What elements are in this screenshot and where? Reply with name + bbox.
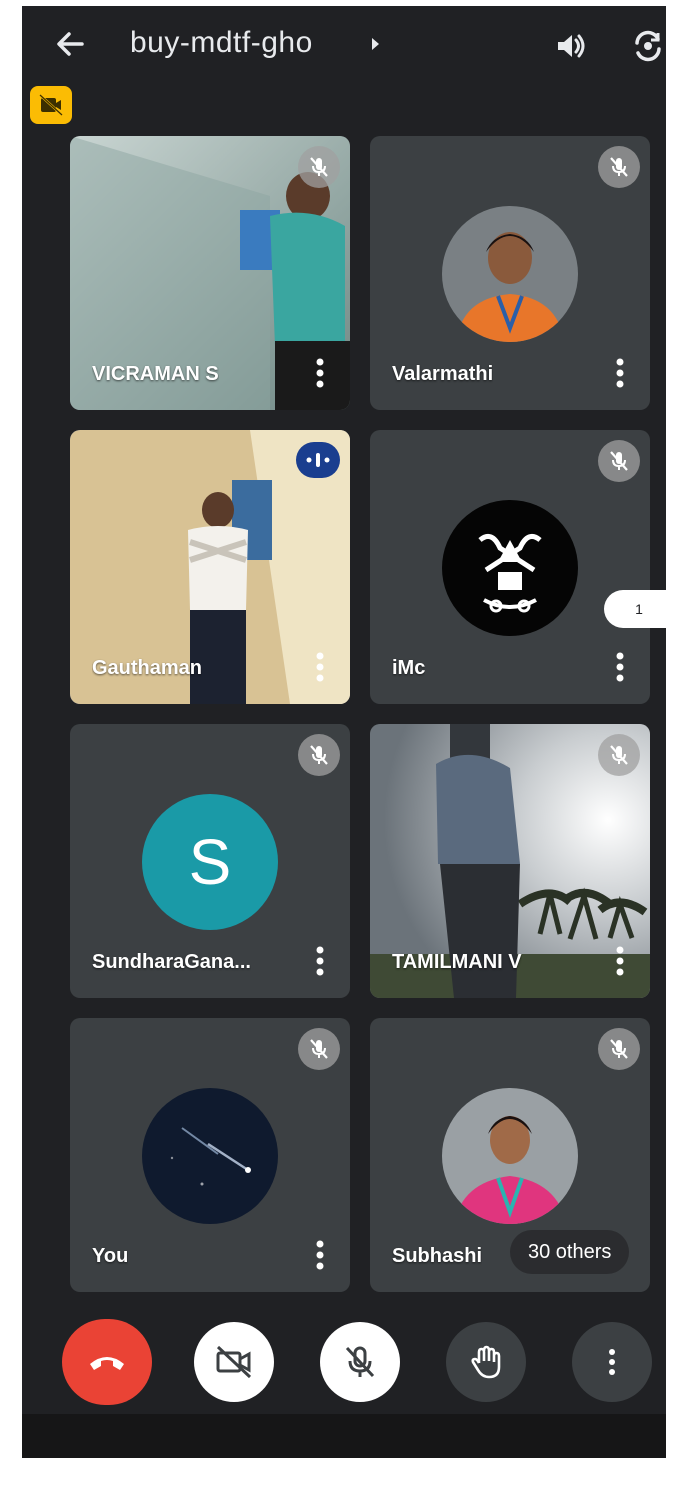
mic-off-icon (610, 745, 628, 765)
more-options-button[interactable] (572, 1322, 652, 1402)
avatar (442, 500, 578, 636)
audio-level-icon (306, 453, 330, 467)
mic-off-indicator (598, 1028, 640, 1070)
mic-off-indicator (598, 440, 640, 482)
more-vert-icon[interactable] (312, 944, 328, 978)
camera-off-badge-icon (39, 94, 63, 116)
participant-name: Gauthaman (92, 657, 203, 679)
mic-off-indicator (598, 146, 640, 188)
avatar (442, 1088, 578, 1224)
top-bar: buy-mdtf-gho (22, 6, 666, 84)
mic-toggle-button[interactable] (320, 1322, 400, 1402)
mic-off-icon (310, 157, 328, 177)
participant-tile[interactable]: VICRAMAN S (70, 136, 350, 410)
mic-off-indicator (298, 1028, 340, 1070)
participant-name: iMc (392, 657, 426, 679)
participant-tile[interactable]: You (70, 1018, 350, 1292)
participant-tile[interactable]: Gauthaman (70, 430, 350, 704)
chevron-right-icon[interactable] (372, 38, 379, 50)
participant-tile[interactable]: iMc (370, 430, 650, 704)
participant-tile[interactable]: TAMILMANI V (370, 724, 650, 998)
participant-tile[interactable]: S SundharaGana... (70, 724, 350, 998)
avatar (442, 206, 578, 342)
side-count-badge[interactable]: 1 (604, 590, 666, 628)
participant-name: TAMILMANI V (392, 951, 522, 973)
more-vert-icon (609, 1349, 615, 1375)
camera-off-icon (216, 1345, 252, 1379)
mic-off-icon (310, 1039, 328, 1059)
hand-raise-icon (471, 1345, 501, 1379)
phone-hangup-icon (90, 1357, 124, 1370)
mic-off-icon (310, 745, 328, 765)
end-call-button[interactable] (62, 1319, 152, 1405)
mic-off-icon (610, 1039, 628, 1059)
camera-flip-icon[interactable] (628, 26, 666, 66)
mic-off-icon (610, 157, 628, 177)
avatar-initial: S (142, 794, 278, 930)
more-vert-icon[interactable] (312, 1238, 328, 1272)
participant-tile[interactable]: Subhashi 30 others (370, 1018, 650, 1292)
avatar (142, 1088, 278, 1224)
participant-name: VICRAMAN S (92, 363, 219, 385)
meet-call-screen: buy-mdtf-gho VICRAMAN S Valarmathi Gauth… (22, 6, 666, 1458)
recording-badge[interactable] (30, 86, 72, 124)
mic-off-indicator (298, 734, 340, 776)
speaker-icon[interactable] (552, 28, 588, 64)
raise-hand-button[interactable] (446, 1322, 526, 1402)
participant-name: Subhashi (392, 1245, 483, 1267)
more-vert-icon[interactable] (612, 356, 628, 390)
participant-name: Valarmathi (392, 363, 494, 385)
participant-name: You (92, 1245, 129, 1267)
more-vert-icon[interactable] (612, 650, 628, 684)
more-vert-icon[interactable] (612, 944, 628, 978)
mic-off-indicator (598, 734, 640, 776)
camera-toggle-button[interactable] (194, 1322, 274, 1402)
mic-off-icon (610, 451, 628, 471)
speaking-indicator (296, 442, 340, 478)
more-vert-icon[interactable] (312, 650, 328, 684)
mic-off-indicator (298, 146, 340, 188)
participant-tile[interactable]: Valarmathi (370, 136, 650, 410)
meeting-code[interactable]: buy-mdtf-gho (130, 26, 313, 60)
participant-name: SundharaGana... (92, 951, 251, 973)
emblem-icon (442, 500, 578, 636)
mic-off-icon (345, 1346, 375, 1378)
more-vert-icon[interactable] (312, 356, 328, 390)
arrow-left-icon[interactable] (50, 24, 90, 64)
others-count-pill[interactable]: 30 others (510, 1230, 630, 1274)
system-nav-bar (22, 1414, 666, 1458)
